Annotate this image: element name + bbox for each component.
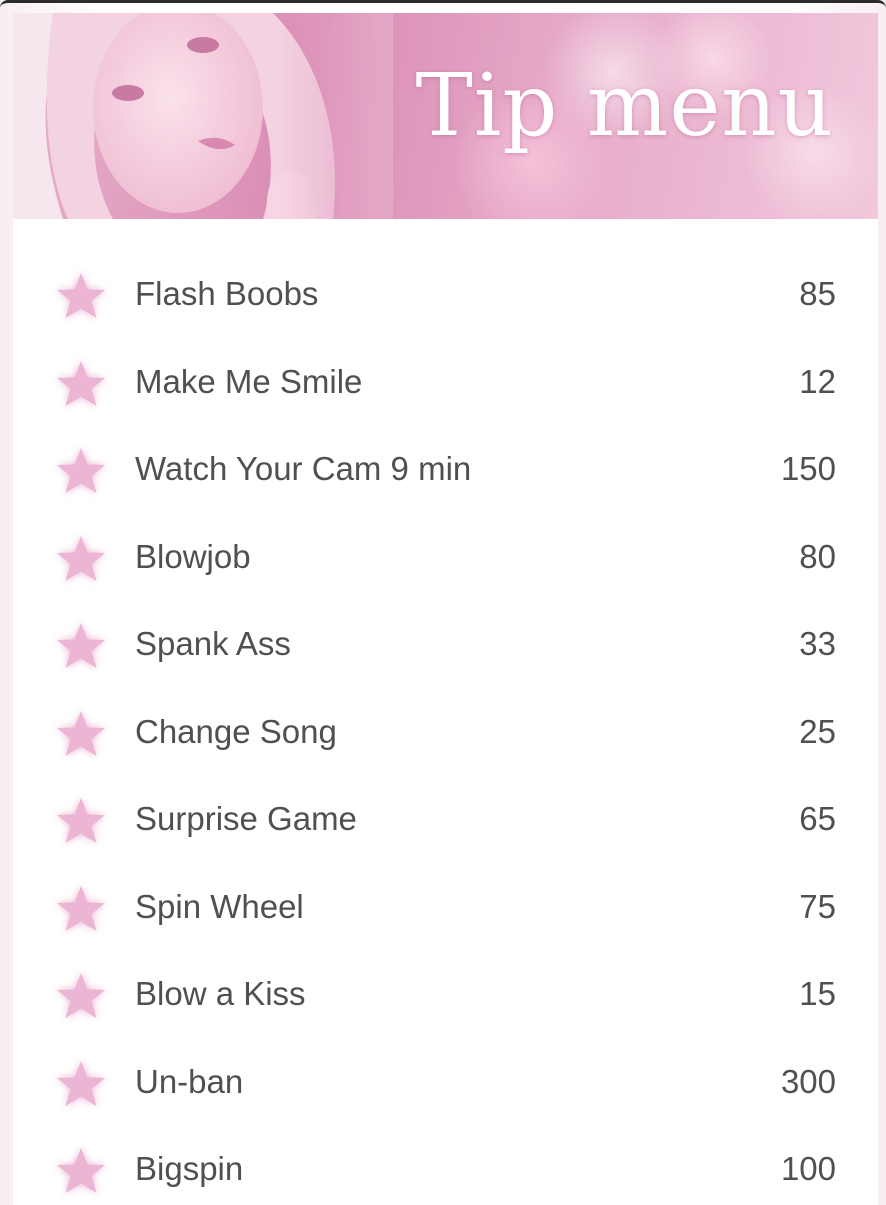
list-item[interactable]: Blowjob 80 xyxy=(13,522,878,592)
item-label: Surprise Game xyxy=(135,800,357,837)
star-icon xyxy=(53,532,109,588)
star-icon xyxy=(53,794,109,850)
item-price: 85 xyxy=(799,275,836,312)
list-item[interactable]: Un-ban 300 xyxy=(13,1047,878,1117)
star-icon xyxy=(53,882,109,938)
item-label: Spin Wheel xyxy=(135,887,304,925)
star-icon xyxy=(53,707,109,763)
item-label: Un-ban xyxy=(135,1062,244,1100)
item-label: Blowjob xyxy=(135,537,251,575)
item-price: 300 xyxy=(780,1062,836,1100)
item-label: Spank Ass xyxy=(135,625,291,662)
item-price: 100 xyxy=(780,1150,836,1187)
item-price: 15 xyxy=(799,975,836,1012)
item-label: Change Song xyxy=(135,712,337,750)
star-icon xyxy=(53,444,109,500)
portrait-image xyxy=(13,13,393,219)
tip-menu-banner: Tip menu xyxy=(13,13,878,219)
list-item[interactable]: Blow a Kiss 15 xyxy=(13,959,878,1029)
item-price: 75 xyxy=(799,887,836,925)
list-item[interactable]: Spin Wheel 75 xyxy=(13,872,878,942)
item-price: 150 xyxy=(780,450,836,487)
list-item[interactable]: Spank Ass 33 xyxy=(13,609,878,679)
item-price: 25 xyxy=(799,712,836,750)
list-item[interactable]: Surprise Game 65 xyxy=(13,784,878,854)
item-price: 80 xyxy=(799,537,836,575)
list-item[interactable]: Watch Your Cam 9 min 150 xyxy=(13,434,878,504)
page-title: Tip menu xyxy=(415,56,834,156)
list-item[interactable]: Flash Boobs 85 xyxy=(13,259,878,329)
tip-menu-frame: Tip menu Flash Boobs 85 Make Me Smile 12 Wat… xyxy=(0,0,886,1205)
item-label: Bigspin xyxy=(135,1150,244,1187)
star-icon xyxy=(53,619,109,675)
item-price: 12 xyxy=(799,362,836,400)
star-icon xyxy=(53,1057,109,1113)
star-icon xyxy=(53,1144,109,1200)
star-icon xyxy=(53,357,109,413)
item-label: Watch Your Cam 9 min xyxy=(135,450,472,487)
item-label: Flash Boobs xyxy=(135,275,319,312)
list-item[interactable]: Make Me Smile 12 xyxy=(13,347,878,417)
star-icon xyxy=(53,269,109,325)
item-price: 65 xyxy=(799,800,836,837)
list-item[interactable]: Bigspin 100 xyxy=(13,1134,878,1204)
item-price: 33 xyxy=(799,625,836,662)
star-icon xyxy=(53,969,109,1025)
item-label: Make Me Smile xyxy=(135,362,363,400)
tip-menu-card: Tip menu Flash Boobs 85 Make Me Smile 12 Wat… xyxy=(13,13,878,1205)
list-item[interactable]: Change Song 25 xyxy=(13,697,878,767)
item-label: Blow a Kiss xyxy=(135,975,306,1012)
